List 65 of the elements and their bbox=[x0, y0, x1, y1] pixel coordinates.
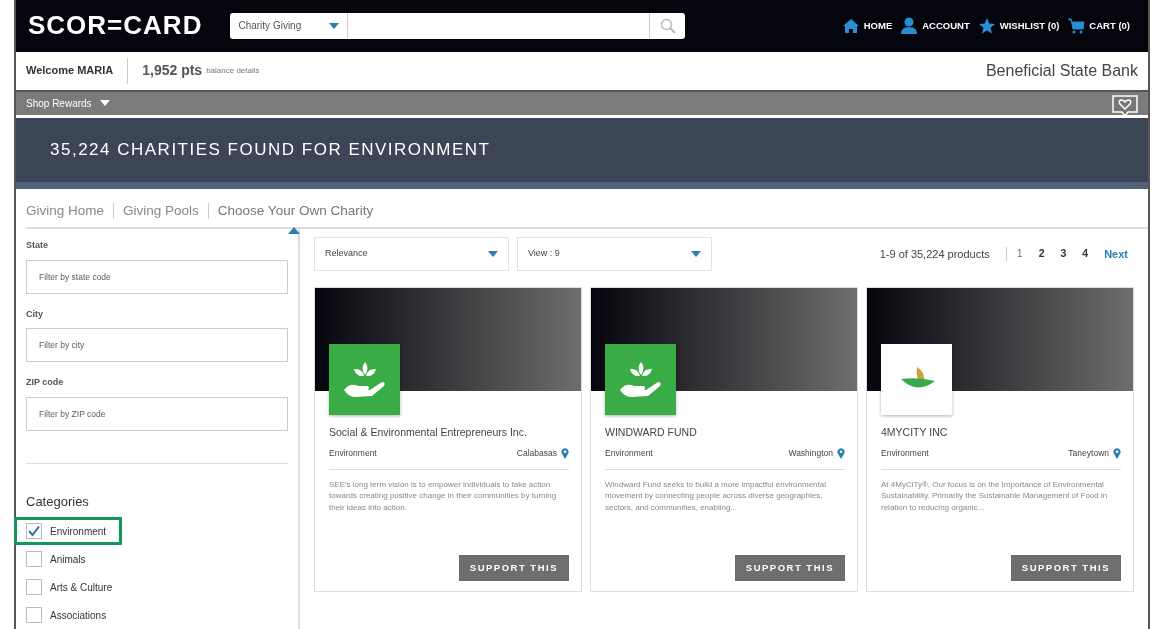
support-button[interactable]: SUPPORT THIS bbox=[1010, 554, 1121, 581]
checkbox-label: Arts & Culture bbox=[50, 580, 113, 595]
nav-link[interactable]: ACCOUNT bbox=[922, 18, 970, 33]
star-icon bbox=[977, 16, 996, 35]
nav-link[interactable]: CART (0) bbox=[1089, 18, 1130, 33]
caret-icon bbox=[329, 20, 340, 31]
field-label: State bbox=[26, 239, 49, 252]
charity-description: At 4MyCiTy®, Our focus is on the Importance of Environmental Sustainability. Primarily the Sustainable Management of Food in relation to reducing organic... bbox=[881, 478, 1109, 514]
text-field[interactable]: Filter by state code bbox=[26, 259, 288, 294]
search-icon bbox=[659, 17, 676, 34]
charity-name[interactable]: WINDWARD FUND bbox=[605, 425, 845, 441]
page-link[interactable]: 3 bbox=[1060, 246, 1067, 262]
page-link[interactable]: 1 bbox=[1016, 246, 1023, 262]
location-pin-icon bbox=[561, 447, 569, 459]
tab[interactable]: Giving Home bbox=[26, 200, 105, 221]
tab[interactable]: Giving Pools bbox=[123, 200, 199, 221]
person-icon bbox=[900, 16, 919, 35]
result-count: 1-9 of 35,224 products bbox=[879, 246, 990, 262]
points-balance: 1,952 pts bbox=[142, 61, 203, 81]
logo[interactable]: SCOR=CARD bbox=[28, 6, 203, 46]
charity-name[interactable]: Social & Environmental Entrepreneurs Inc. bbox=[329, 425, 569, 441]
category-text: Environment bbox=[881, 447, 929, 460]
checkbox[interactable] bbox=[26, 523, 42, 539]
cart-icon bbox=[1067, 16, 1086, 35]
view-dropdown[interactable]: View : 9 bbox=[517, 237, 712, 271]
checkbox-label: Animals bbox=[50, 552, 86, 567]
location-pin-icon bbox=[837, 447, 845, 459]
page-link[interactable]: 2 bbox=[1038, 246, 1045, 262]
text-field[interactable]: Filter by ZIP code bbox=[26, 396, 288, 431]
shop-rewards-menu[interactable]: Shop Rewards bbox=[26, 95, 110, 111]
tab[interactable]: Choose Your Own Charity bbox=[217, 200, 374, 221]
support-button[interactable]: SUPPORT THIS bbox=[734, 554, 845, 581]
caret-icon bbox=[691, 249, 701, 259]
charity-name[interactable]: 4MYCITY INC bbox=[881, 425, 1121, 441]
checkbox[interactable] bbox=[26, 607, 42, 623]
text-field[interactable]: Filter by city bbox=[26, 328, 288, 362]
next-link[interactable]: Next bbox=[1104, 245, 1128, 263]
sort-dropdown[interactable]: Relevance bbox=[314, 237, 509, 271]
banner-title: 35,224 CHARITIES FOUND FOR ENVIRONMENT bbox=[50, 139, 491, 161]
heart-chat-icon[interactable] bbox=[1112, 95, 1138, 118]
city-text: Taneytown bbox=[1068, 447, 1109, 460]
page-link[interactable]: 4 bbox=[1082, 246, 1089, 262]
active-tab-marker bbox=[287, 227, 300, 234]
checkbox[interactable] bbox=[26, 551, 42, 567]
caret-icon bbox=[488, 249, 498, 259]
nav-link[interactable]: WISHLIST (0) bbox=[999, 18, 1060, 33]
field-label: City bbox=[26, 307, 44, 321]
welcome-text: Welcome MARIA bbox=[26, 63, 114, 79]
balance-link[interactable]: balance details bbox=[206, 64, 260, 77]
category-text: Environment bbox=[605, 447, 653, 460]
section-heading: Categories bbox=[26, 492, 90, 511]
category-text: Environment bbox=[329, 447, 377, 460]
checkbox-label: Environment bbox=[50, 524, 107, 539]
checkbox-label: Associations bbox=[50, 608, 107, 623]
city-text: Calabasas bbox=[516, 447, 557, 460]
nav-link[interactable]: HOME bbox=[863, 18, 893, 33]
location-pin-icon bbox=[1113, 447, 1121, 459]
city-text: Washington bbox=[788, 447, 833, 460]
checkbox[interactable] bbox=[26, 579, 42, 595]
home-icon bbox=[841, 16, 860, 35]
charity-description: SEE's long term vision is to empower individuals to take action towards creating positive change in their communities by turning their ideas into action. bbox=[329, 478, 558, 514]
bank-name: Beneficial State Bank bbox=[985, 60, 1138, 81]
charity-description: Windward Fund seeks to build a more impactful environmental movement by connecting people across diverse geographies, sectors, and communities, enabling... bbox=[605, 478, 827, 514]
field-label: ZIP code bbox=[26, 376, 65, 389]
support-button[interactable]: SUPPORT THIS bbox=[458, 554, 569, 581]
